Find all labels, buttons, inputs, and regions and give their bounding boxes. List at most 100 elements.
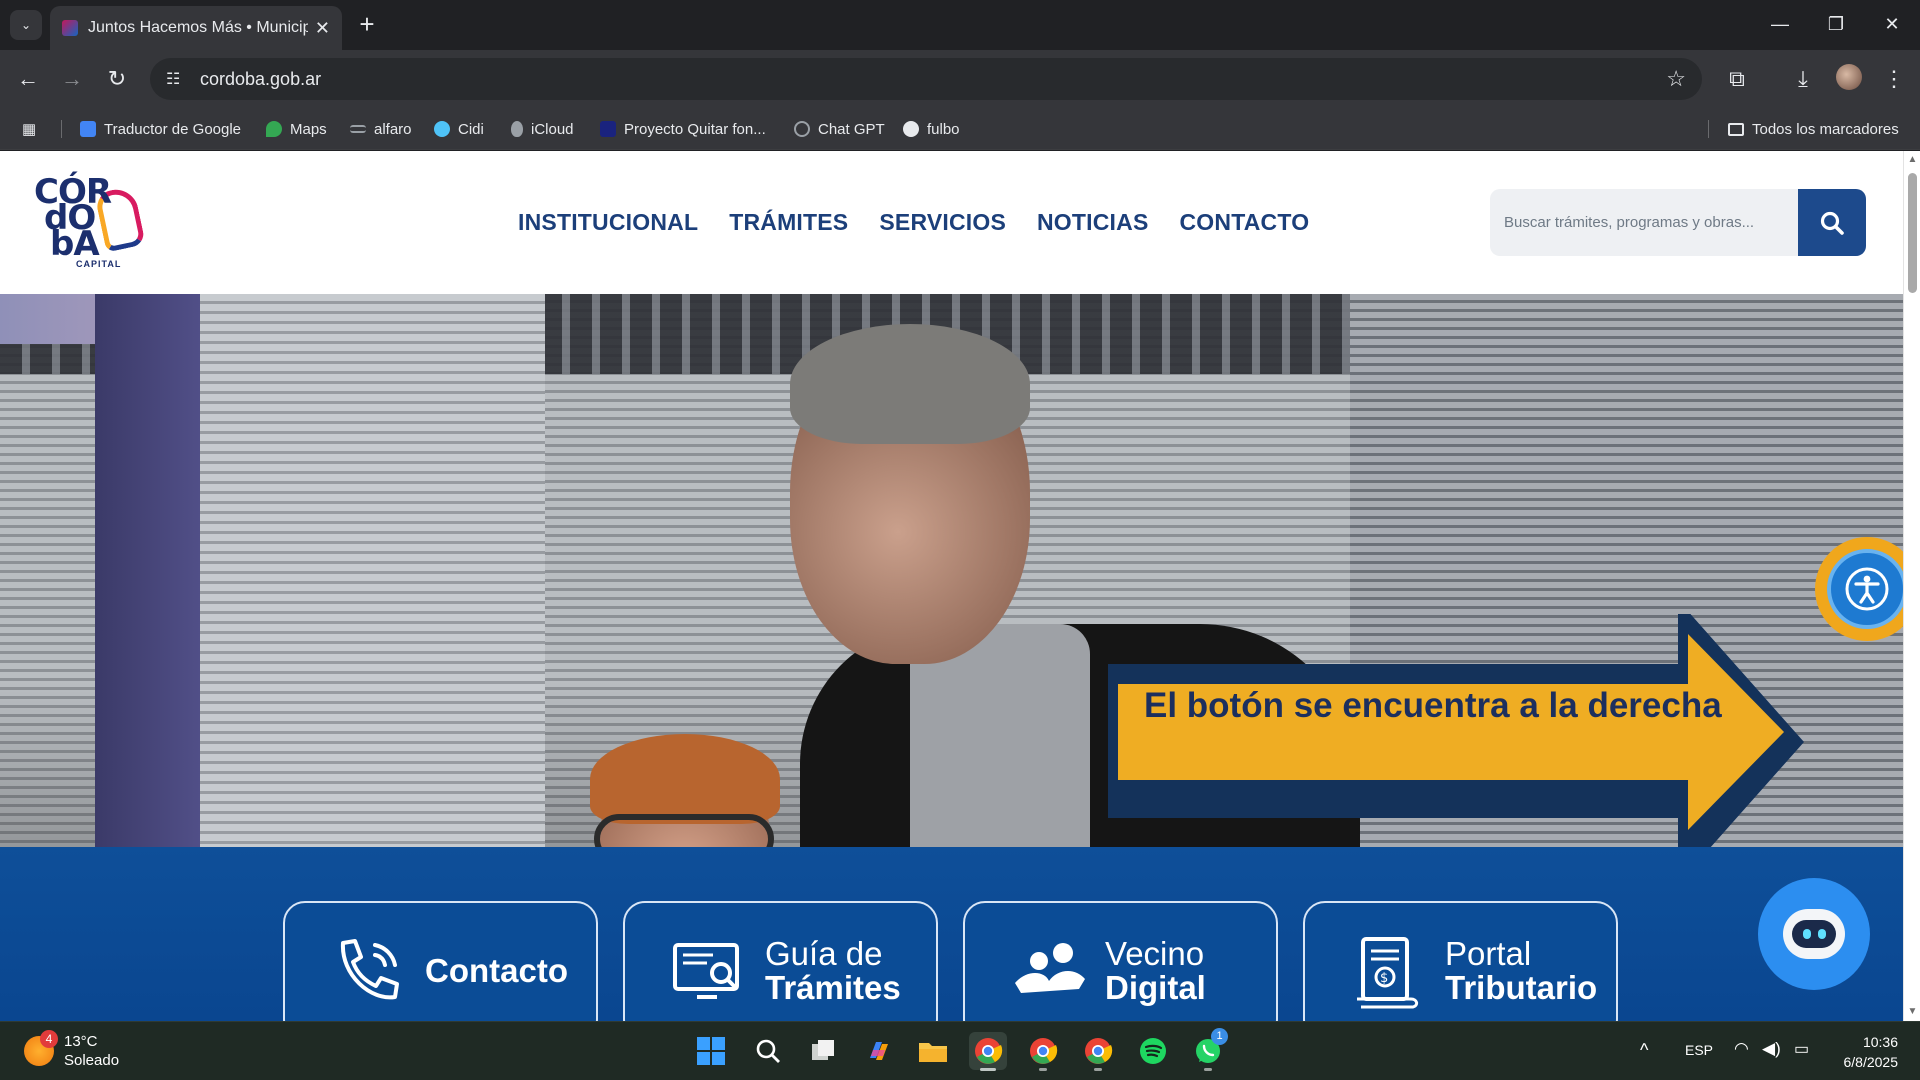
bookmark-label: Proyecto Quitar fon... — [624, 120, 766, 138]
clock-date: 6/8/2025 — [1843, 1054, 1899, 1070]
volume-icon[interactable]: ◀) — [1762, 1039, 1781, 1059]
card-vecino-digital[interactable]: Vecino Digital — [963, 901, 1278, 1021]
reload-button[interactable]: ↻ — [101, 63, 133, 95]
battery-icon[interactable]: ▭ — [1794, 1039, 1809, 1059]
start-button[interactable] — [692, 1032, 730, 1070]
scroll-up-arrow[interactable]: ▲ — [1907, 154, 1918, 165]
bookmark-cidi[interactable]: Cidi — [434, 118, 484, 140]
hero-woman-glasses — [594, 814, 774, 847]
tab-search-button[interactable]: ⌄ — [10, 10, 42, 40]
bookmarks-bar: ▦ Traductor de Google Maps alfaro Cidi i… — [0, 108, 1920, 150]
search-input[interactable] — [1504, 214, 1794, 231]
bookmark-star-icon[interactable]: ☆ — [1666, 66, 1686, 92]
chatbot-button[interactable] — [1758, 878, 1870, 990]
divider — [61, 120, 62, 138]
file-explorer-button[interactable] — [914, 1032, 952, 1070]
windows-icon — [697, 1037, 725, 1065]
weather-widget[interactable]: 4 13°C Soleado — [24, 1030, 119, 1070]
bookmark-chatgpt[interactable]: Chat GPT — [794, 118, 885, 140]
system-clock[interactable]: 10:36 6/8/2025 — [1814, 1032, 1899, 1072]
all-bookmarks-label: Todos los marcadores — [1752, 120, 1899, 138]
page-scrollbar[interactable]: ▲ ▼ — [1903, 151, 1920, 1021]
back-button[interactable]: ← — [12, 63, 44, 95]
search-button[interactable] — [1798, 189, 1866, 256]
forward-button[interactable]: → — [56, 63, 88, 95]
logo-subtitle: CAPITAL — [76, 259, 122, 269]
accessibility-inner — [1827, 549, 1907, 629]
restore-button[interactable]: ❐ — [1808, 8, 1864, 40]
nav-noticias[interactable]: NOTICIAS — [1037, 209, 1149, 236]
maps-pin-icon — [266, 121, 282, 137]
scroll-down-arrow[interactable]: ▼ — [1907, 1006, 1918, 1017]
bookmark-label: Chat GPT — [818, 120, 885, 138]
language-indicator[interactable]: ESP — [1685, 1042, 1713, 1058]
apps-grid-icon[interactable]: ▦ — [22, 118, 36, 140]
browser-tab-bar: ⌄ Juntos Hacemos Más • Municip ✕ + — ❐ ✕ — [0, 0, 1920, 50]
browser-tab-active[interactable]: Juntos Hacemos Más • Municip ✕ — [50, 6, 342, 50]
extensions-icon[interactable]: ⧉ — [1720, 63, 1754, 95]
card-contacto[interactable]: Contacto — [283, 901, 598, 1021]
running-indicator — [1039, 1068, 1047, 1071]
arrow-shape — [1108, 614, 1804, 847]
accessibility-icon — [1845, 567, 1889, 611]
cordoba-logo[interactable]: CÓR dO bA CAPITAL — [34, 175, 146, 271]
chrome-icon — [1085, 1038, 1113, 1064]
menu-kebab-icon[interactable]: ⋮ — [1877, 63, 1911, 95]
taskbar-search-button[interactable] — [749, 1032, 787, 1070]
bookmark-alfaro[interactable]: alfaro — [350, 118, 412, 140]
nav-tramites[interactable]: TRÁMITES — [729, 209, 848, 236]
lines-icon — [350, 125, 366, 133]
nav-institucional[interactable]: INSTITUCIONAL — [518, 209, 698, 236]
chrome-profile-2-button[interactable] — [1024, 1032, 1062, 1071]
spotify-button[interactable] — [1134, 1032, 1172, 1070]
url-text[interactable]: cordoba.gob.ar — [200, 69, 321, 90]
chrome-button[interactable] — [969, 1032, 1007, 1071]
nav-servicios[interactable]: SERVICIOS — [879, 209, 1006, 236]
bookmark-proyecto[interactable]: Proyecto Quitar fon... — [600, 118, 766, 140]
divider — [1708, 120, 1709, 138]
page-viewport: CÓR dO bA CAPITAL INSTITUCIONAL TRÁMITES… — [0, 151, 1920, 1021]
chrome-profile-3-button[interactable] — [1079, 1032, 1117, 1071]
bookmark-icloud[interactable]: iCloud — [511, 118, 574, 140]
bookmark-label: fulbo — [927, 120, 960, 138]
running-indicator — [1204, 1068, 1212, 1071]
minimize-button[interactable]: — — [1752, 8, 1808, 40]
all-bookmarks-button[interactable]: Todos los marcadores — [1728, 118, 1899, 140]
logo-text: CÓR dO bA — [34, 175, 112, 264]
cidi-icon — [434, 121, 450, 137]
site-header: CÓR dO bA CAPITAL INSTITUCIONAL TRÁMITES… — [0, 151, 1903, 294]
chevron-down-icon: ⌄ — [20, 18, 32, 32]
whatsapp-badge: 1 — [1211, 1028, 1228, 1045]
running-indicator — [1094, 1068, 1102, 1071]
tax-document-icon: $ — [1357, 937, 1419, 1009]
robot-icon — [1783, 909, 1845, 959]
copilot-button[interactable] — [860, 1032, 898, 1070]
card-label: Contacto — [425, 954, 568, 988]
logo-line: bA — [50, 224, 100, 264]
wifi-icon[interactable]: ◠ — [1734, 1039, 1749, 1059]
svg-text:$: $ — [1380, 971, 1388, 986]
scrollbar-thumb[interactable] — [1908, 173, 1917, 293]
new-tab-button[interactable]: + — [352, 10, 382, 40]
close-icon[interactable]: ✕ — [315, 18, 330, 39]
card-label-line2: Digital — [1105, 969, 1206, 1006]
bookmark-maps[interactable]: Maps — [266, 118, 327, 140]
bookmark-label: Cidi — [458, 120, 484, 138]
card-label-line2: Trámites — [765, 969, 901, 1006]
bookmark-traductor[interactable]: Traductor de Google — [80, 118, 241, 140]
download-icon[interactable]: ⤓ — [1786, 63, 1820, 95]
site-settings-icon[interactable]: ☷ — [166, 69, 188, 89]
bookmark-fulbo[interactable]: fulbo — [903, 118, 960, 140]
close-window-button[interactable]: ✕ — [1864, 8, 1920, 40]
task-view-button[interactable] — [804, 1032, 842, 1070]
address-bar[interactable]: ☷ cordoba.gob.ar ☆ — [150, 58, 1702, 100]
nav-contacto[interactable]: CONTACTO — [1180, 209, 1310, 236]
search-icon — [1820, 211, 1844, 235]
callout-arrow: El botón se encuentra a la derecha — [1100, 614, 1820, 847]
whatsapp-button[interactable]: 1 — [1189, 1028, 1228, 1071]
chevron-up-icon[interactable]: ^ — [1640, 1040, 1648, 1061]
profile-avatar[interactable] — [1836, 64, 1862, 90]
site-search — [1490, 189, 1798, 256]
card-portal-tributario[interactable]: $ Portal Tributario — [1303, 901, 1618, 1021]
card-guia-tramites[interactable]: Guía de Trámites — [623, 901, 938, 1021]
